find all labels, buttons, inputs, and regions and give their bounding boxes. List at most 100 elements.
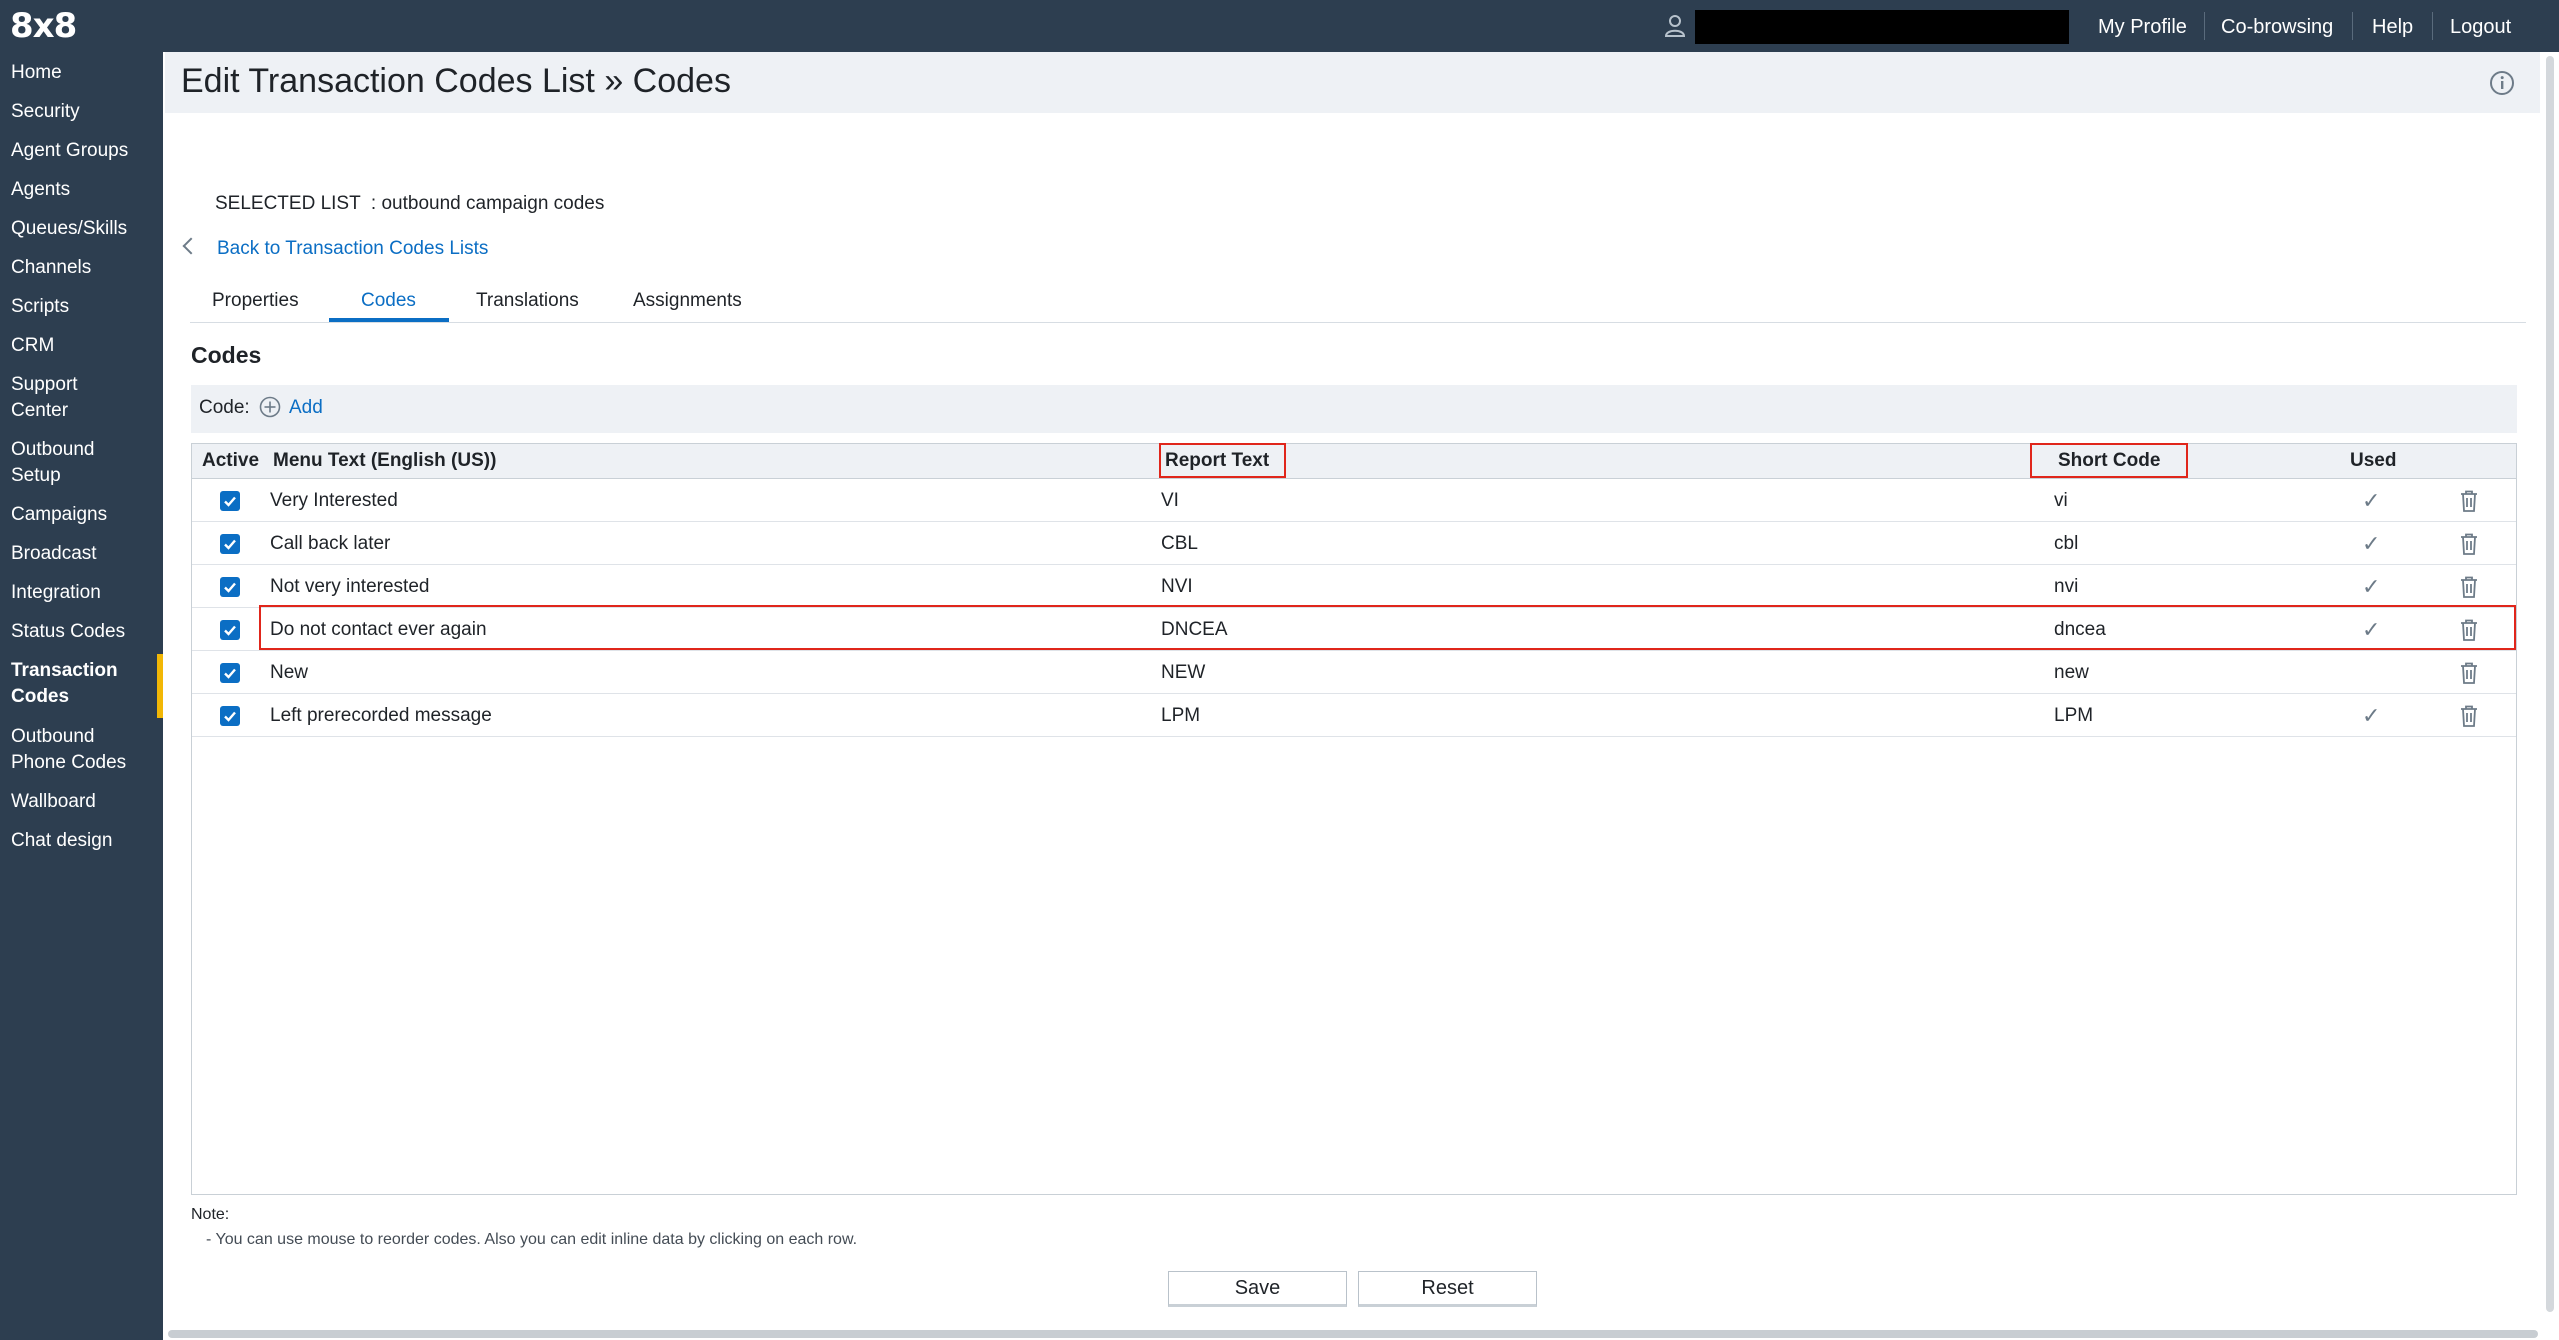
- report-text-cell[interactable]: LPM: [1161, 705, 1200, 727]
- sidebar-item-integration[interactable]: Integration: [11, 580, 161, 606]
- code-label: Code:: [199, 397, 250, 418]
- section-title: Codes: [191, 342, 262, 368]
- trash-icon[interactable]: [2458, 489, 2480, 513]
- trash-icon[interactable]: [2458, 704, 2480, 728]
- plus-circle-icon: [259, 396, 281, 418]
- trash-icon[interactable]: [2458, 618, 2480, 642]
- short-code-cell[interactable]: new: [2054, 662, 2089, 684]
- user-icon: [1664, 15, 1686, 37]
- codes-table: Active Menu Text (English (US)) Report T…: [191, 443, 2517, 1195]
- table-row[interactable]: Call back later CBL cbl ✓: [192, 522, 2516, 565]
- help-link[interactable]: Help: [2372, 16, 2413, 39]
- sidebar: Home Security Agent Groups Agents Queues…: [0, 52, 163, 1340]
- tab-codes[interactable]: Codes: [361, 290, 416, 312]
- trash-icon[interactable]: [2458, 575, 2480, 599]
- top-separator: [2352, 12, 2353, 40]
- checkbox-checked-icon: [224, 496, 236, 507]
- checkmark-icon: ✓: [2362, 531, 2381, 556]
- table-row[interactable]: Not very interested NVI nvi ✓: [192, 565, 2516, 608]
- checkmark-icon: ✓: [2362, 488, 2381, 513]
- short-code-cell[interactable]: dncea: [2054, 619, 2106, 641]
- sidebar-item-status-codes[interactable]: Status Codes: [11, 619, 161, 645]
- add-label: Add: [289, 397, 323, 418]
- sidebar-item-campaigns[interactable]: Campaigns: [11, 502, 161, 528]
- sidebar-item-agents[interactable]: Agents: [11, 177, 161, 203]
- checkbox-checked-icon: [224, 711, 236, 722]
- reset-button[interactable]: Reset: [1358, 1271, 1537, 1307]
- sidebar-active-marker: [157, 654, 163, 718]
- trash-icon[interactable]: [2458, 532, 2480, 556]
- menu-text-cell[interactable]: Not very interested: [270, 576, 429, 598]
- tab-translations[interactable]: Translations: [476, 290, 579, 312]
- table-row[interactable]: New NEW new: [192, 651, 2516, 694]
- sidebar-item-outbound-setup[interactable]: Outbound Setup: [11, 437, 121, 489]
- tab-assignments[interactable]: Assignments: [633, 290, 742, 312]
- my-profile-link[interactable]: My Profile: [2098, 16, 2187, 39]
- short-code-cell[interactable]: cbl: [2054, 533, 2078, 555]
- add-code-button[interactable]: Add: [259, 396, 323, 419]
- sidebar-item-crm[interactable]: CRM: [11, 333, 161, 359]
- save-button[interactable]: Save: [1168, 1271, 1347, 1307]
- info-icon[interactable]: [2489, 70, 2515, 96]
- active-checkbox[interactable]: [220, 534, 240, 554]
- short-code-cell[interactable]: nvi: [2054, 576, 2078, 598]
- page-title: Edit Transaction Codes List » Codes: [181, 62, 731, 100]
- active-checkbox[interactable]: [220, 491, 240, 511]
- menu-text-cell[interactable]: Do not contact ever again: [270, 619, 487, 641]
- trash-icon[interactable]: [2458, 661, 2480, 685]
- sidebar-item-transaction-codes[interactable]: Transaction Codes: [11, 658, 141, 710]
- sidebar-item-outbound-phone-codes[interactable]: Outbound Phone Codes: [11, 724, 141, 776]
- sidebar-item-scripts[interactable]: Scripts: [11, 294, 161, 320]
- report-text-cell[interactable]: CBL: [1161, 533, 1198, 555]
- active-checkbox[interactable]: [220, 620, 240, 640]
- top-bar: 8x8 My Profile Co-browsing Help Logout: [0, 0, 2559, 52]
- active-checkbox[interactable]: [220, 577, 240, 597]
- sidebar-item-agent-groups[interactable]: Agent Groups: [11, 138, 161, 164]
- column-header-menu-text[interactable]: Menu Text (English (US)): [273, 450, 496, 472]
- note-text: - You can use mouse to reorder codes. Al…: [206, 1231, 858, 1248]
- active-checkbox[interactable]: [220, 706, 240, 726]
- checkbox-checked-icon: [224, 668, 236, 679]
- co-browsing-link[interactable]: Co-browsing: [2221, 16, 2333, 39]
- logout-link[interactable]: Logout: [2450, 16, 2511, 39]
- column-header-report-text[interactable]: Report Text: [1165, 450, 1269, 472]
- sidebar-item-wallboard[interactable]: Wallboard: [11, 789, 161, 815]
- table-row[interactable]: Do not contact ever again DNCEA dncea ✓: [192, 608, 2516, 651]
- horizontal-scrollbar[interactable]: [168, 1330, 2538, 1338]
- sidebar-item-security[interactable]: Security: [11, 99, 161, 125]
- vertical-scrollbar[interactable]: [2546, 56, 2554, 1312]
- app-logo[interactable]: 8x8: [10, 6, 77, 46]
- short-code-cell[interactable]: vi: [2054, 490, 2068, 512]
- menu-text-cell[interactable]: New: [270, 662, 308, 684]
- menu-text-cell[interactable]: Call back later: [270, 533, 390, 555]
- sidebar-item-chat-design[interactable]: Chat design: [11, 828, 161, 854]
- report-text-cell[interactable]: NVI: [1161, 576, 1193, 598]
- code-toolbar: Code: Add: [191, 385, 2517, 433]
- sidebar-item-channels[interactable]: Channels: [11, 255, 161, 281]
- checkbox-checked-icon: [224, 539, 236, 550]
- selected-list-label: SELECTED LIST : outbound campaign codes: [215, 193, 605, 214]
- checkbox-checked-icon: [224, 625, 236, 636]
- checkbox-checked-icon: [224, 582, 236, 593]
- sidebar-item-broadcast[interactable]: Broadcast: [11, 541, 161, 567]
- tab-properties[interactable]: Properties: [212, 290, 299, 312]
- table-row[interactable]: Left prerecorded message LPM LPM ✓: [192, 694, 2516, 737]
- column-header-active[interactable]: Active: [202, 450, 259, 472]
- menu-text-cell[interactable]: Left prerecorded message: [270, 705, 492, 727]
- menu-text-cell[interactable]: Very Interested: [270, 490, 398, 512]
- user-name-redacted: [1695, 10, 2069, 44]
- sidebar-item-home[interactable]: Home: [11, 60, 161, 86]
- report-text-cell[interactable]: NEW: [1161, 662, 1205, 684]
- column-header-used[interactable]: Used: [2350, 450, 2396, 472]
- sidebar-item-support-center[interactable]: Support Center: [11, 372, 106, 424]
- table-row[interactable]: Very Interested VI vi ✓: [192, 479, 2516, 522]
- back-to-lists-link[interactable]: Back to Transaction Codes Lists: [182, 237, 488, 260]
- short-code-cell[interactable]: LPM: [2054, 705, 2093, 727]
- checkmark-icon: ✓: [2362, 703, 2381, 728]
- sidebar-item-queues-skills[interactable]: Queues/Skills: [11, 216, 161, 242]
- column-header-short-code[interactable]: Short Code: [2058, 450, 2160, 472]
- top-separator: [2432, 12, 2433, 40]
- report-text-cell[interactable]: DNCEA: [1161, 619, 1228, 641]
- report-text-cell[interactable]: VI: [1161, 490, 1179, 512]
- active-checkbox[interactable]: [220, 663, 240, 683]
